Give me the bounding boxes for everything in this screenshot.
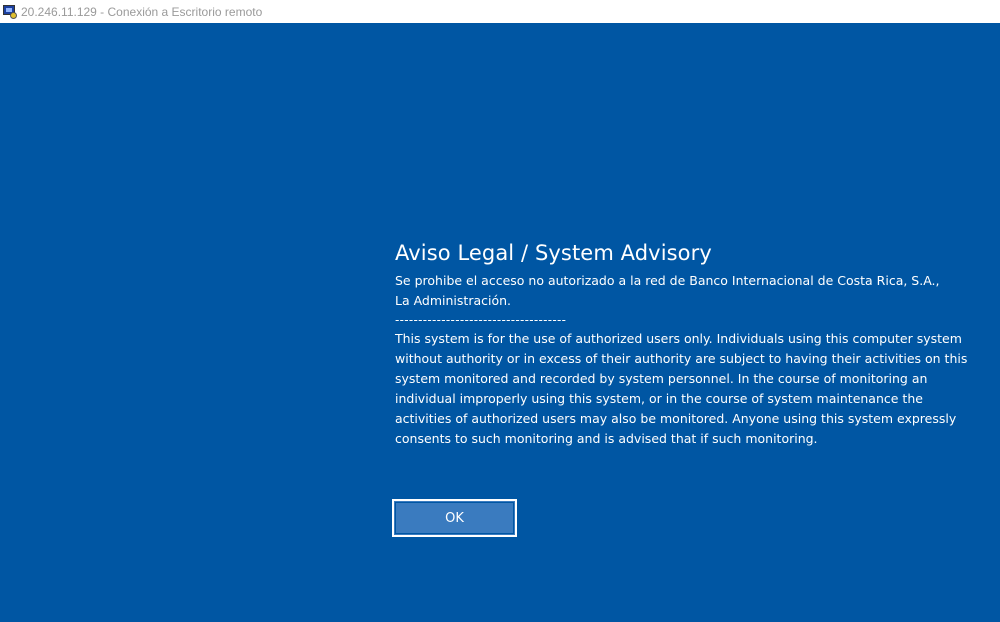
notice-spanish-line-1: Se prohibe el acceso no autorizado a la … [395, 273, 940, 288]
notice-separator: ------------------------------------- [395, 313, 567, 327]
notice-spanish-line-2: La Administración. [395, 293, 512, 308]
remote-desktop-icon[interactable] [3, 4, 17, 19]
notice-title: Aviso Legal / System Advisory [395, 241, 712, 265]
legal-notice: Aviso Legal / System Advisory Se prohibe… [395, 240, 980, 449]
window-titlebar[interactable]: 20.246.11.129 - Conexión a Escritorio re… [0, 0, 1000, 23]
ok-button[interactable]: OK [392, 499, 517, 537]
window-title: 20.246.11.129 - Conexión a Escritorio re… [21, 4, 263, 19]
notice-body: This system is for the use of authorized… [395, 331, 968, 446]
